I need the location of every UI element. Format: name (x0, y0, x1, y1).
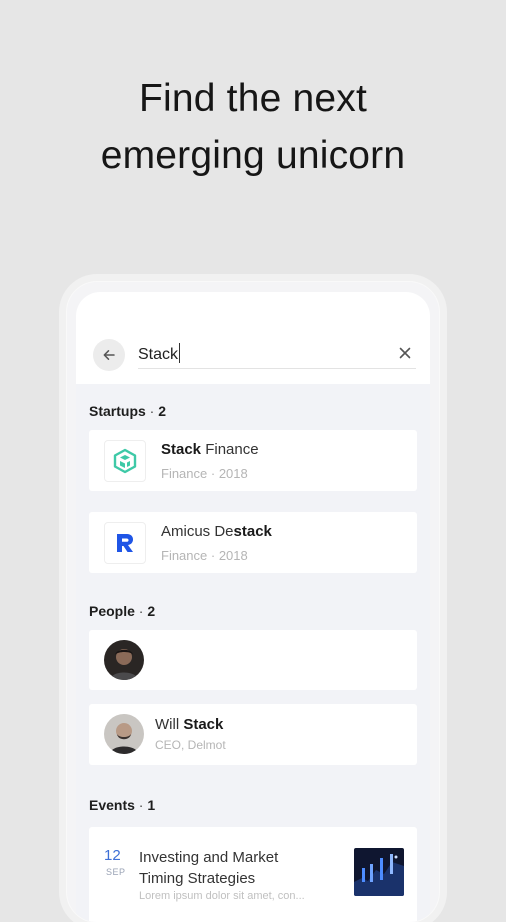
person-card[interactable] (89, 630, 417, 690)
text-caret (179, 343, 181, 363)
avatar (104, 640, 144, 680)
close-icon (399, 347, 411, 359)
search-bar: Stack (76, 292, 430, 384)
phone-frame: Stack Startups · 2 Stack Finance Finance… (67, 282, 439, 922)
person-role: CEO, Delmot (155, 738, 226, 752)
section-title-people: People · 2 (89, 603, 156, 619)
r-letter-icon (117, 534, 133, 552)
section-title-startups: Startups · 2 (89, 403, 167, 419)
startup-card[interactable]: Stack Finance Finance · 2018 (89, 430, 417, 491)
person-name: Will Stack (155, 716, 224, 733)
stack-finance-logo (104, 440, 146, 482)
event-card[interactable]: 12 SEP Investing and Market Timing Strat… (89, 827, 417, 922)
startup-name: Stack Finance (161, 441, 259, 458)
startup-name: Amicus Destack (161, 523, 272, 540)
clear-search-button[interactable] (396, 344, 414, 362)
headline: Find the next emerging unicorn (0, 70, 506, 184)
headline-line-1: Find the next (138, 77, 368, 120)
search-query: Stack (138, 343, 181, 364)
back-button[interactable] (93, 339, 125, 371)
section-title-events: Events · 1 (89, 797, 156, 813)
startup-meta: Finance · 2018 (161, 466, 248, 481)
headline-line-2: emerging unicorn (100, 134, 406, 177)
startup-meta: Finance · 2018 (161, 548, 248, 563)
cube-icon (113, 448, 137, 474)
person-card[interactable]: Will Stack CEO, Delmot (89, 704, 417, 765)
search-input[interactable]: Stack (138, 338, 416, 369)
arrow-left-icon (103, 350, 115, 360)
event-month: SEP (106, 867, 126, 877)
avatar (104, 714, 144, 754)
amicus-logo (104, 522, 146, 564)
event-day: 12 (104, 847, 121, 864)
event-description: Lorem ipsum dolor sit amet, con... (139, 890, 305, 902)
startup-card[interactable]: Amicus Destack Finance · 2018 (89, 512, 417, 573)
event-thumbnail (354, 848, 404, 896)
event-title: Investing and Market Timing Strategies (139, 849, 279, 887)
search-results-screen: Stack Startups · 2 Stack Finance Finance… (76, 292, 430, 922)
